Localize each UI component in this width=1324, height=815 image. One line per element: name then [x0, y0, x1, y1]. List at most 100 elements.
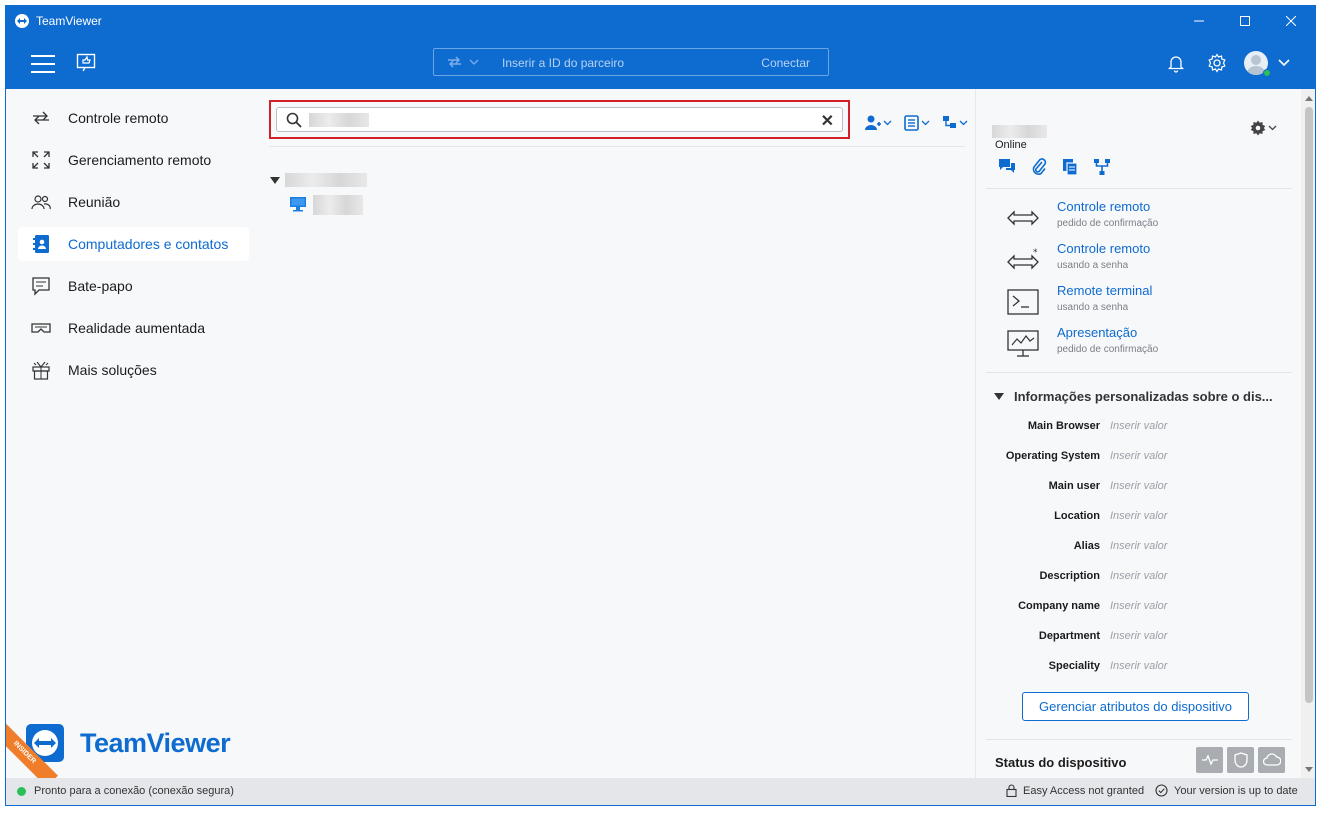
- manage-device-attributes-button[interactable]: Gerenciar atributos do dispositivo: [1022, 692, 1249, 721]
- custom-info-section-toggle[interactable]: Informações personalizadas sobre o dis..…: [994, 389, 1273, 404]
- chat-bubbles-icon[interactable]: [998, 158, 1016, 181]
- action-subtitle: pedido de confirmação: [1057, 344, 1159, 355]
- scroll-down-icon[interactable]: [1305, 767, 1313, 772]
- attribute-key: Department: [1038, 630, 1100, 642]
- minimize-button[interactable]: [1176, 6, 1222, 36]
- attribute-key: Operating System: [1005, 450, 1100, 462]
- clear-search-icon[interactable]: ✕: [821, 111, 834, 131]
- cloud-backup-icon[interactable]: [1258, 747, 1285, 773]
- sidebar-item-augmented-reality[interactable]: Realidade aumentada: [18, 311, 249, 345]
- action-title[interactable]: Controle remoto: [1057, 199, 1150, 214]
- shield-icon[interactable]: [1227, 747, 1254, 773]
- status-bar: Pronto para a conexão (conexão segura) E…: [6, 778, 1315, 805]
- attribute-key: Speciality: [1048, 660, 1100, 672]
- device-quick-actions: [998, 158, 1111, 181]
- sidebar: Controle remoto Gerenciamento remoto Reu…: [6, 89, 263, 787]
- partner-id-input[interactable]: Inserir a ID do parceiro: [502, 56, 624, 70]
- svg-text:*: *: [1033, 248, 1038, 258]
- list-view-icon[interactable]: [904, 114, 932, 137]
- easy-access-status[interactable]: Easy Access not granted: [1006, 784, 1144, 797]
- remote-control-confirm-action[interactable]: Controle remoto pedido de confirmação: [1006, 199, 1256, 239]
- sidebar-item-label: Reunião: [68, 194, 121, 210]
- attribute-row-department: Department Inserir valor: [976, 627, 1296, 647]
- scrollbar-thumb[interactable]: [1305, 107, 1313, 703]
- attribute-row-description: Description Inserir valor: [976, 567, 1296, 587]
- window-title: TeamViewer: [36, 14, 102, 28]
- sidebar-item-chat[interactable]: Bate-papo: [18, 269, 249, 303]
- action-title[interactable]: Controle remoto: [1057, 241, 1150, 256]
- list-toolbar: [864, 114, 970, 137]
- sidebar-item-label: Controle remoto: [68, 110, 169, 126]
- sidebar-item-meeting[interactable]: Reunião: [18, 185, 249, 219]
- attribute-value-input[interactable]: Inserir valor: [1110, 540, 1167, 552]
- sidebar-item-label: Gerenciamento remoto: [68, 152, 212, 168]
- attribute-row-company-name: Company name Inserir valor: [976, 597, 1296, 617]
- connect-button[interactable]: Conectar: [761, 56, 810, 70]
- attribute-value-input[interactable]: Inserir valor: [1110, 600, 1167, 612]
- device-status-icons: [1196, 747, 1285, 773]
- search-input[interactable]: ✕: [276, 107, 843, 132]
- action-title[interactable]: Remote terminal: [1057, 283, 1152, 298]
- sidebar-item-label: Bate-papo: [68, 278, 133, 294]
- attribute-row-speciality: Speciality Inserir valor: [976, 657, 1296, 677]
- easy-access-text: Easy Access not granted: [1023, 784, 1145, 797]
- divider: [986, 188, 1292, 189]
- attribute-value-input[interactable]: Inserir valor: [1110, 630, 1167, 642]
- arrows-swap-icon: [30, 107, 52, 129]
- teamviewer-brand: TeamViewer: [26, 721, 231, 765]
- presentation-action[interactable]: Apresentação pedido de confirmação: [1006, 325, 1256, 365]
- attribute-row-alias: Alias Inserir valor: [976, 537, 1296, 557]
- bell-icon[interactable]: [1163, 50, 1189, 76]
- attribute-value-input[interactable]: Inserir valor: [1110, 660, 1167, 672]
- teamviewer-logo-icon: [15, 14, 29, 28]
- sidebar-item-remote-control[interactable]: Controle remoto: [18, 101, 249, 135]
- version-status[interactable]: Your version is up to date: [1155, 784, 1298, 797]
- attribute-value-input[interactable]: Inserir valor: [1110, 420, 1167, 432]
- remote-control-password-action[interactable]: * Controle remoto usando a senha: [1006, 241, 1256, 281]
- maximize-button[interactable]: [1222, 6, 1268, 36]
- people-icon: [30, 191, 52, 213]
- terminal-icon: [1006, 287, 1040, 317]
- online-status-dot: [1263, 69, 1271, 77]
- title-bar: TeamViewer: [6, 6, 1315, 36]
- settings-gear-icon[interactable]: [1204, 50, 1230, 76]
- right-panel-scrollbar[interactable]: [1301, 89, 1315, 778]
- divider: [986, 372, 1292, 373]
- action-title[interactable]: Apresentação: [1057, 325, 1137, 340]
- attachment-icon[interactable]: [1031, 158, 1047, 181]
- redacted-computer-name[interactable]: [313, 195, 363, 215]
- attribute-key: Description: [1039, 570, 1100, 582]
- chevron-down-icon[interactable]: [1271, 50, 1297, 76]
- feedback-icon[interactable]: [73, 50, 99, 76]
- network-icon[interactable]: [1093, 158, 1111, 181]
- menu-icon[interactable]: [31, 55, 55, 73]
- attribute-value-input[interactable]: Inserir valor: [1110, 510, 1167, 522]
- sidebar-item-more-solutions[interactable]: Mais soluções: [18, 353, 249, 387]
- lock-icon: [1006, 784, 1017, 797]
- redacted-search-text: [309, 113, 369, 127]
- group-structure-icon[interactable]: [942, 114, 970, 137]
- connection-mode-icon[interactable]: [446, 55, 480, 72]
- device-details-panel: Online Controle remoto pedido de confirm…: [975, 89, 1301, 778]
- remote-terminal-action[interactable]: Remote terminal usando a senha: [1006, 283, 1256, 323]
- sidebar-item-remote-management[interactable]: Gerenciamento remoto: [18, 143, 249, 177]
- check-circle-icon: [1155, 784, 1168, 797]
- device-status-label: Status do dispositivo: [995, 755, 1127, 770]
- attribute-row-main-browser: Main Browser Inserir valor: [976, 417, 1296, 437]
- sidebar-item-computers-contacts[interactable]: Computadores e contatos: [18, 227, 249, 261]
- attribute-value-input[interactable]: Inserir valor: [1110, 570, 1167, 582]
- partner-id-field[interactable]: Inserir a ID do parceiro Conectar: [433, 48, 829, 76]
- redacted-group-name[interactable]: [285, 173, 367, 187]
- custom-info-title: Informações personalizadas sobre o dis..…: [1014, 389, 1273, 404]
- device-settings-gear-icon[interactable]: [1249, 119, 1279, 142]
- add-contact-icon[interactable]: [864, 114, 894, 137]
- scroll-up-icon[interactable]: [1305, 96, 1313, 101]
- sidebar-item-label: Mais soluções: [68, 362, 157, 378]
- copy-files-icon[interactable]: [1062, 158, 1078, 181]
- close-window-button[interactable]: [1268, 6, 1314, 36]
- attribute-value-input[interactable]: Inserir valor: [1110, 450, 1167, 462]
- device-online-status: Online: [995, 139, 1027, 151]
- heartbeat-monitor-icon[interactable]: [1196, 747, 1223, 773]
- group-expand-toggle[interactable]: [270, 177, 280, 184]
- attribute-value-input[interactable]: Inserir valor: [1110, 480, 1167, 492]
